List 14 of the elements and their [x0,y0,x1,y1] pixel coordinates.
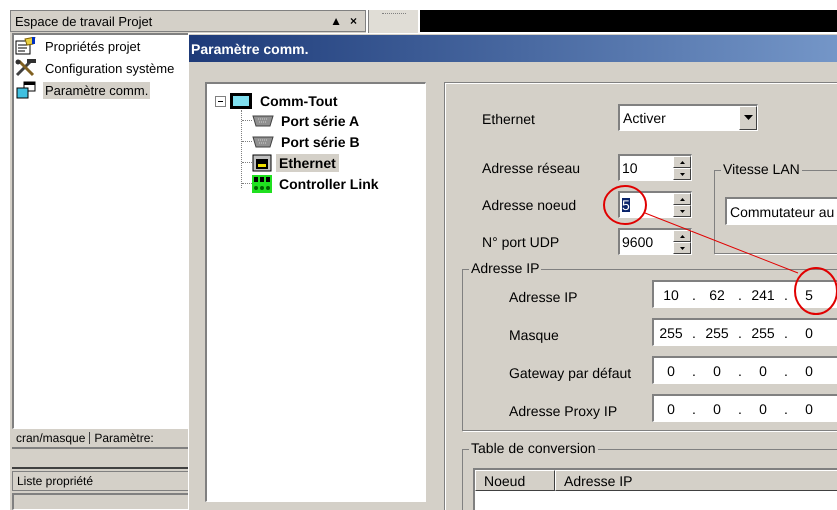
group-title: Table de conversion [469,441,598,455]
field-label: N° port UDP [482,234,560,248]
property-list-title: Liste propriété [17,475,94,487]
field-label: Ethernet [482,110,536,126]
field-label: Adresse réseau [482,160,582,174]
field-label: Adresse Proxy IP [509,402,618,418]
dialog-title: Paramètre comm. [191,42,309,56]
panel-title: Espace de travail Projet [15,14,152,28]
field-label: Adresse IP [509,288,578,304]
group-title: Adresse IP [469,261,542,275]
group-title: Vitesse LAN [721,162,802,176]
field-label: Gateway par défaut [509,364,632,380]
field-label: Adresse noeud [482,198,578,212]
field-label: Masque [509,326,560,342]
